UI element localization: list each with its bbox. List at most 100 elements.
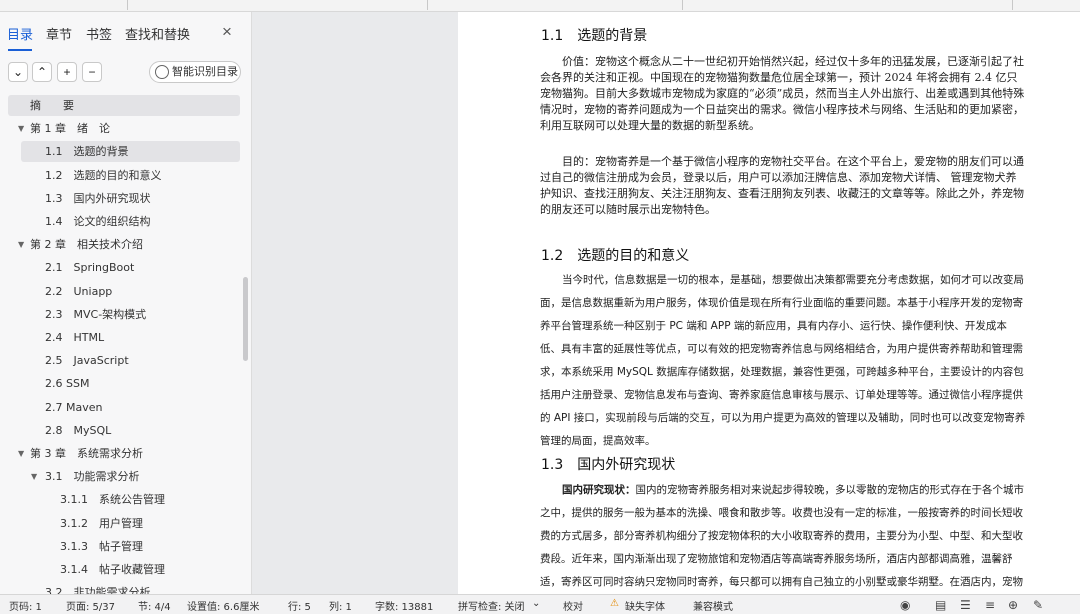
tab-find-replace[interactable]: 查找和替换 (125, 24, 190, 43)
section-heading: 1.3 国内外研究现状 (541, 457, 676, 473)
toc-item[interactable]: 3.1.4 帖子收藏管理 (36, 559, 240, 580)
toc-item-label: 2.2 Uniapp (45, 284, 113, 298)
paragraph: 当今时代，信息数据是一切的根本，是基础，想要做出决策都需要充分考虑数据，如何才可… (540, 274, 1026, 447)
smart-toc-button[interactable]: 智能识别目录 (149, 61, 241, 83)
toc-item[interactable]: ▼ 3.1 功能需求分析 (21, 466, 240, 487)
toc-item[interactable]: 2.7 Maven (21, 397, 240, 418)
ruler-segment (428, 0, 683, 10)
toc-item-label: 1.3 国内外研究现状 (45, 191, 151, 205)
toc-item-label: 3.1.2 用户管理 (60, 516, 143, 530)
tab-toc[interactable]: 目录 (7, 24, 33, 43)
status-setting[interactable]: 设置值: 6.6厘米 (187, 598, 259, 613)
toc-item[interactable]: 3.2 非功能需求分析 (21, 582, 240, 594)
toc-item[interactable]: ▼ 第 2 章 相关技术介绍 (8, 234, 240, 255)
toc-item-label: 2.7 Maven (45, 400, 103, 414)
caret-down-icon[interactable]: ▼ (18, 118, 24, 139)
status-missing-font[interactable]: 缺失字体 (625, 598, 665, 613)
toc-item[interactable]: 2.6 SSM (21, 373, 240, 394)
ruler-segment (683, 0, 1013, 10)
status-proofread[interactable]: 校对 (563, 598, 583, 613)
caret-down-icon[interactable]: ▼ (18, 443, 24, 464)
toc-item[interactable]: 3.1.2 用户管理 (36, 513, 240, 534)
toc-item[interactable]: ▼ 第 3 章 系统需求分析 (8, 443, 240, 464)
toc-item-label: 第 1 章 绪 论 (30, 122, 110, 136)
list-view-icon[interactable]: ≡ (985, 598, 995, 612)
status-spellcheck[interactable]: 拼写检查: 关闭 (458, 598, 525, 613)
status-bar: 页码: 1 页面: 5/37 节: 4/4 设置值: 6.6厘米 行: 5 列:… (0, 594, 1080, 614)
toc-toolbar: ⌄ ⌃ + − 智能识别目录 (0, 60, 251, 88)
toc-scrollbar[interactable] (243, 277, 248, 361)
status-word-count[interactable]: 字数: 13881 (375, 598, 433, 613)
toc-item-label: 1.1 选题的背景 (45, 145, 129, 159)
globe-icon[interactable]: ⊕ (1008, 598, 1018, 612)
paragraph-lead: 国内研究现状： (562, 484, 636, 496)
toc-item[interactable]: 3.1.1 系统公告管理 (36, 489, 240, 510)
toc-item[interactable]: 2.3 MVC-架构模式 (21, 304, 240, 325)
toc-item-label: 3.1 功能需求分析 (45, 470, 140, 484)
toc-item-label: 摘 要 (30, 99, 74, 112)
collapse-up-button[interactable]: ⌃ (32, 62, 52, 82)
eye-icon[interactable]: ◉ (900, 598, 910, 612)
toc-item[interactable]: 2.1 SpringBoot (21, 257, 240, 278)
paragraph: 价值：宠物这个概念从二十一世纪初开始悄然兴起，经过仅十多年的迅猛发展，已逐渐引起… (540, 55, 1025, 132)
toc-item[interactable]: ▼ 第 1 章 绪 论 (8, 118, 240, 139)
warning-icon: ⚠ (610, 598, 619, 609)
smart-toc-icon (155, 65, 169, 79)
outline-view-icon[interactable]: ☰ (960, 598, 971, 612)
page-view-icon[interactable]: ▤ (935, 598, 946, 612)
toc-item-label: 第 3 章 系统需求分析 (30, 447, 143, 460)
close-icon[interactable]: × (222, 22, 232, 42)
active-tab-indicator (8, 49, 32, 51)
document-page[interactable]: 1.1 选题的背景 价值：宠物这个概念从二十一世纪初开始悄然兴起，经过仅十多年的… (458, 12, 1080, 594)
toc-item-label: 2.6 SSM (45, 377, 90, 391)
caret-down-icon[interactable]: ▼ (31, 466, 37, 487)
toc-item[interactable]: 摘 要 (8, 95, 240, 116)
toc-item[interactable]: 2.2 Uniapp (21, 281, 240, 302)
toc-item-label: 3.1.1 系统公告管理 (60, 493, 165, 507)
navigation-pane: 目录 章节 书签 查找和替换 × ⌄ ⌃ + − 智能识别目录 摘 要 ▼ 第 1 … (0, 12, 252, 594)
status-compat-mode[interactable]: 兼容模式 (693, 598, 733, 613)
remove-heading-button[interactable]: − (82, 62, 102, 82)
toc-item[interactable]: 1.2 选题的目的和意义 (21, 165, 240, 186)
section-heading: 1.2 选题的目的和意义 (541, 248, 690, 264)
toc-item-label: 1.2 选题的目的和意义 (45, 168, 162, 182)
toc-item-label: 2.1 SpringBoot (45, 261, 135, 275)
document-area: H₂ ⠿ 1.1 选题的背景 价值：宠物这个概念从二十一世纪初开始悄然兴起，经过… (253, 12, 1080, 594)
caret-down-icon[interactable]: ▼ (18, 234, 24, 255)
toc-item-label: 2.3 MVC-架构模式 (45, 307, 147, 321)
tab-chapters[interactable]: 章节 (46, 24, 72, 43)
pen-icon[interactable]: ✎ (1033, 598, 1043, 612)
status-column[interactable]: 列: 1 (329, 598, 352, 613)
toc-item[interactable]: 2.8 MySQL (21, 420, 240, 441)
section-heading: 1.1 选题的背景 (541, 28, 648, 44)
toc-item-label: 1.4 论文的组织结构 (45, 215, 151, 228)
toc-item[interactable]: 1.3 国内外研究现状 (21, 188, 240, 209)
add-heading-button[interactable]: + (57, 62, 77, 82)
toc-item[interactable]: 1.4 论文的组织结构 (21, 211, 240, 232)
status-page[interactable]: 页面: 5/37 (66, 598, 115, 613)
toc-item-label: 2.5 JavaScript (45, 354, 129, 368)
status-row[interactable]: 行: 5 (288, 598, 311, 613)
paragraph: 目的：宠物寄养是一个基于微信小程序的宠物社交平台。在这个平台上，爱宠物的朋友们可… (540, 155, 1024, 216)
nav-tabs: 目录 章节 书签 查找和替换 × (0, 12, 251, 54)
toc-item-label: 3.1.3 帖子管理 (60, 539, 143, 553)
status-page-number[interactable]: 页码: 1 (9, 598, 42, 613)
toc-item[interactable]: 1.1 选题的背景 (21, 141, 240, 163)
ruler-segment (0, 0, 128, 10)
toc-item[interactable]: 2.5 JavaScript (21, 350, 240, 371)
paragraph-body: 国内的宠物寄养服务相对来说起步得较晚，多以零散的宠物店的形式存在于各个城市之中，… (540, 484, 1024, 588)
ruler-strip (0, 0, 1080, 12)
toc-item-label: 第 2 章 相关技术介绍 (30, 238, 143, 252)
toc-item[interactable]: 2.4 HTML (21, 327, 240, 348)
paragraph: 国内研究现状：国内的宠物寄养服务相对来说起步得较晚，多以零散的宠物店的形式存在于… (540, 479, 1027, 594)
toc-item-label: 2.8 MySQL (45, 423, 112, 437)
toc-item-label: 2.4 HTML (45, 331, 105, 344)
collapse-down-button[interactable]: ⌄ (8, 62, 28, 82)
chevron-down-icon[interactable]: ⌄ (532, 598, 540, 609)
toc-item[interactable]: 3.1.3 帖子管理 (36, 536, 240, 557)
smart-toc-label: 智能识别目录 (172, 65, 238, 78)
status-section[interactable]: 节: 4/4 (138, 598, 171, 613)
toc-item-label: 3.1.4 帖子收藏管理 (60, 563, 165, 576)
tab-bookmarks[interactable]: 书签 (86, 24, 112, 43)
toc-item-label: 3.2 非功能需求分析 (45, 586, 151, 594)
